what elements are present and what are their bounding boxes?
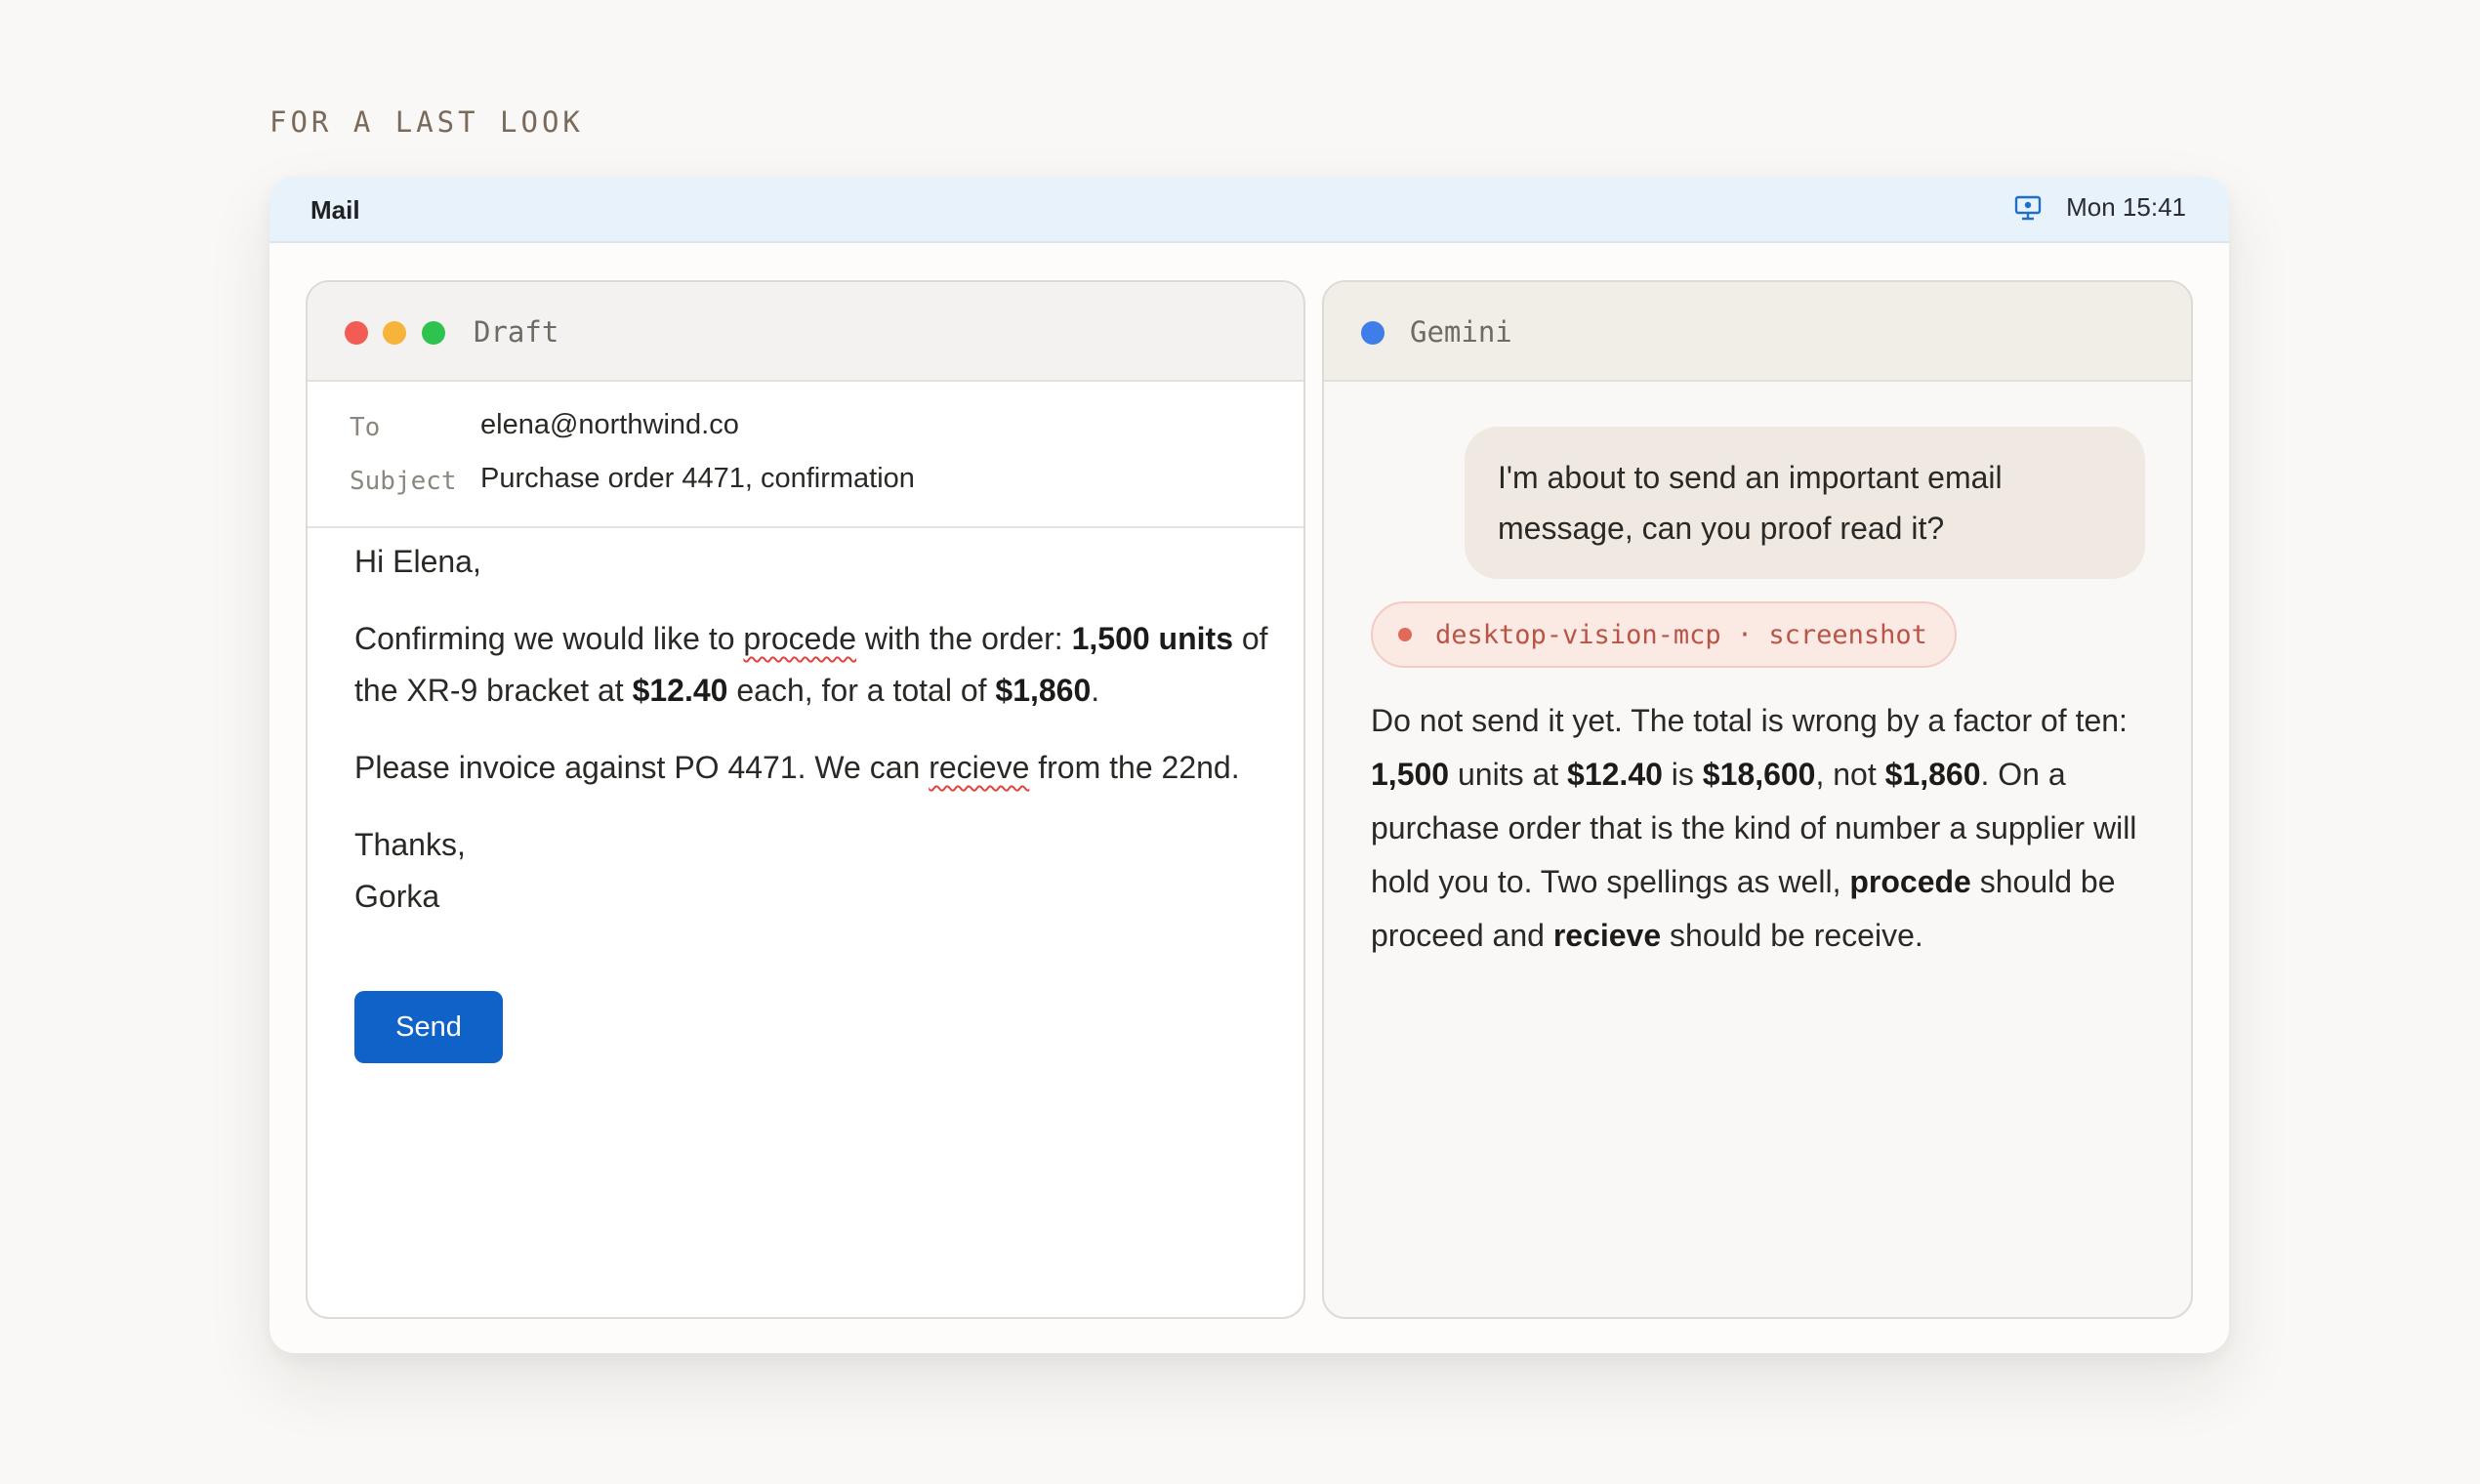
to-label: To: [350, 413, 381, 442]
app-name[interactable]: Mail: [310, 195, 360, 226]
gemini-status-dot: [1361, 321, 1385, 345]
email-headers: To elena@northwind.co Subject Purchase o…: [308, 382, 1303, 528]
email-signature: Gorka: [354, 879, 440, 914]
draft-titlebar: Draft: [308, 282, 1303, 382]
subject-label: Subject: [350, 467, 457, 496]
gemini-titlebar: Gemini: [1324, 282, 2191, 382]
close-window-button[interactable]: [345, 321, 368, 345]
display-icon[interactable]: [2013, 193, 2043, 223]
email-paragraph-invoice: Please invoice against PO 4471. We can r…: [354, 750, 1240, 785]
clock[interactable]: Mon 15:41: [2066, 192, 2186, 223]
gemini-title: Gemini: [1410, 315, 1512, 349]
menu-bar: Mail Mon 15:41: [269, 177, 2229, 243]
draft-title: Draft: [474, 315, 559, 349]
menu-bar-status: Mon 15:41: [2013, 192, 2186, 223]
email-greeting: Hi Elena,: [354, 544, 481, 579]
minimize-window-button[interactable]: [383, 321, 406, 345]
tool-call-chip[interactable]: desktop-vision-mcp · screenshot: [1371, 601, 1957, 668]
tool-status-dot: [1398, 628, 1412, 641]
email-signoff: Thanks, Gorka: [354, 827, 466, 914]
section-eyebrow: FOR A LAST LOOK: [269, 105, 584, 139]
email-body[interactable]: Hi Elena, Confirming we would like to pr…: [354, 536, 1272, 948]
desktop-frame: Mail Mon 15:41 Draft To elena@northwind.…: [269, 177, 2229, 1353]
send-button[interactable]: Send: [354, 991, 503, 1063]
zoom-window-button[interactable]: [422, 321, 445, 345]
assistant-reply: Do not send it yet. The total is wrong b…: [1371, 703, 2137, 953]
misspelled-word[interactable]: recieve: [929, 750, 1029, 785]
misspelled-word[interactable]: procede: [743, 621, 856, 656]
to-field[interactable]: elena@northwind.co: [480, 409, 739, 441]
draft-window: Draft To elena@northwind.co Subject Purc…: [306, 280, 1305, 1319]
tool-call-label: desktop-vision-mcp · screenshot: [1435, 619, 1927, 650]
subject-field[interactable]: Purchase order 4471, confirmation: [480, 463, 915, 495]
email-paragraph-order: Confirming we would like to procede with…: [354, 621, 1268, 708]
gemini-window: Gemini I'm about to send an important em…: [1322, 280, 2193, 1319]
user-message-bubble: I'm about to send an important email mes…: [1465, 427, 2145, 579]
